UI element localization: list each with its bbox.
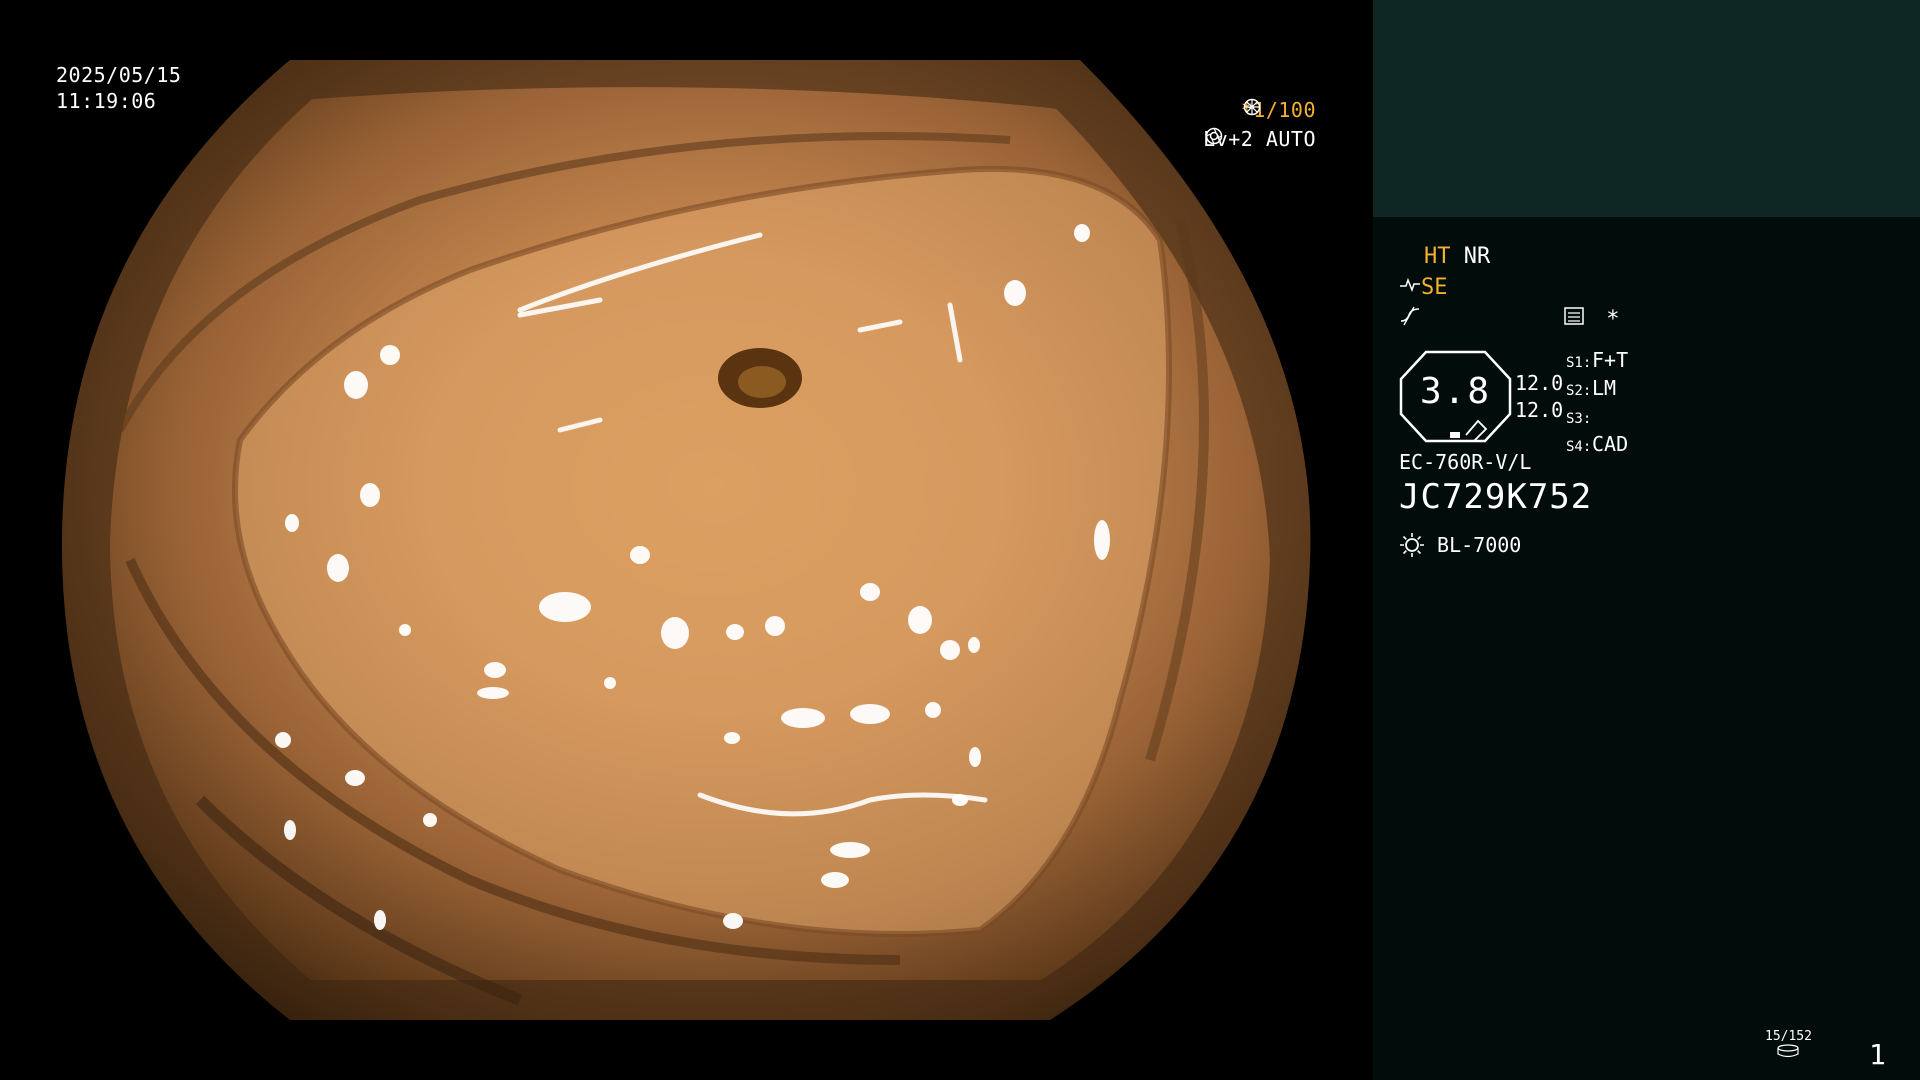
nr-label: NR (1463, 244, 1491, 269)
scope-model: EC-760R-V/L (1399, 450, 1532, 474)
ht-label: HT (1424, 244, 1451, 269)
switch-row-s2: S2:LM (1566, 376, 1628, 404)
switch-row-s1: S1:F+T (1566, 348, 1628, 376)
info-panel: HT NR SE * 3.8 12.0 12.0 S1:F+T S2:LM S3… (1373, 0, 1920, 1080)
colon-mucosa-image (61, 60, 1311, 1020)
switch-key: S4: (1566, 439, 1592, 455)
structure-enhancement-row: SE (1399, 275, 1448, 301)
counter-label: 15/152 (1765, 1029, 1812, 1044)
record-mode-icon (1564, 307, 1584, 325)
time-label: 11:19:06 (56, 89, 157, 113)
scope-serial-number: JC729K752 (1399, 477, 1593, 517)
iris-auto-icon (1205, 127, 1223, 145)
switch-key: S1: (1566, 355, 1592, 371)
timestamp: 2025/05/15 11:19:06 (56, 63, 181, 115)
gain-value: 12.0 (1515, 371, 1564, 395)
sharpness-icon (1400, 277, 1420, 293)
zoom-value: 3.8 (1419, 371, 1492, 412)
endoscope-view: 2025/05/15 11:19:06 *1/100 Lv+2 AUTO (0, 0, 1373, 1080)
switch-key: S3: (1566, 411, 1592, 427)
enhancement-status: HT NR (1424, 244, 1490, 270)
image-counter: 15/152 (1765, 1030, 1812, 1062)
switch-row-s4: S4:CAD (1566, 432, 1628, 460)
switch-value: F+T (1592, 348, 1629, 372)
light-source-icon (1400, 533, 1424, 557)
se-label: SE (1421, 275, 1448, 300)
switch-row-s3: S3: (1566, 404, 1628, 432)
switch-value: LM (1592, 376, 1617, 400)
mode-star: * (1606, 307, 1620, 332)
gain-value: 12.0 (1515, 398, 1564, 422)
shutter-speed-readout: *1/100 (1241, 98, 1316, 123)
date-label: 2025/05/15 (56, 63, 182, 87)
mode-indicator: * (1563, 306, 1620, 333)
light-source-label: BL-7000 (1437, 533, 1522, 557)
switch-key: S2: (1566, 383, 1592, 399)
switch-value: CAD (1592, 432, 1629, 456)
storage-icon (1777, 1044, 1800, 1058)
shutter-dial-icon (1243, 98, 1260, 116)
gain-values: 12.0 12.0 (1515, 370, 1563, 424)
thumbnail-area (1373, 0, 1920, 217)
brightness-level-readout: Lv+2 AUTO (1203, 127, 1316, 152)
edge-enhance-icon (1400, 306, 1420, 326)
scope-switch-assignments: S1:F+T S2:LM S3: S4:CAD (1566, 348, 1628, 460)
light-source-row: BL-7000 (1399, 532, 1521, 558)
page-number: 1 (1869, 1038, 1886, 1071)
edge-row (1399, 306, 1421, 333)
